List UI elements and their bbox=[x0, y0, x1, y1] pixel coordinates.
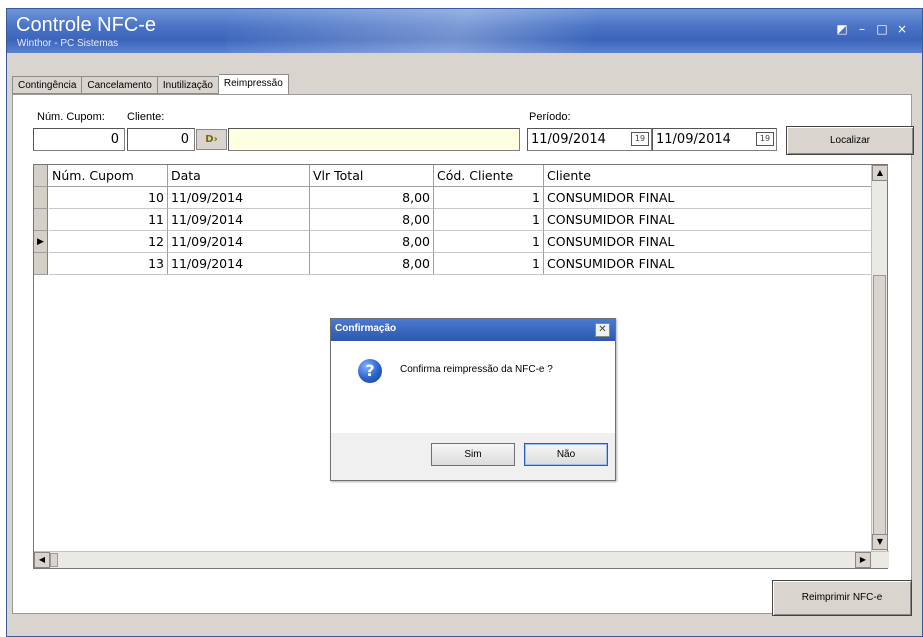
confirm-dialog: Confirmação ✕ ? Confirma reimpressão da … bbox=[330, 318, 616, 481]
table-row-cliente[interactable]: CONSUMIDOR FINAL bbox=[544, 231, 872, 253]
col-header-data[interactable]: Data bbox=[168, 165, 310, 187]
table-row-data[interactable]: 11/09/2014 bbox=[168, 253, 310, 275]
col-header-cod-cliente[interactable]: Cód. Cliente bbox=[434, 165, 544, 187]
search-icon: D› bbox=[205, 134, 218, 145]
date-end-value: 11/09/2014 bbox=[656, 132, 731, 147]
dialog-title-bar[interactable]: Confirmação ✕ bbox=[331, 319, 615, 341]
table-row-cupom[interactable]: 10 bbox=[49, 187, 168, 209]
vertical-scroll-thumb[interactable] bbox=[873, 275, 886, 535]
cupom-input[interactable]: 0 bbox=[33, 128, 125, 151]
horizontal-scrollbar[interactable]: ◀ ▶ bbox=[34, 551, 889, 568]
calendar-end-icon[interactable]: 19 bbox=[756, 132, 774, 146]
table-row-cupom[interactable]: 13 bbox=[49, 253, 168, 275]
table-row-data[interactable]: 11/09/2014 bbox=[168, 209, 310, 231]
vertical-scrollbar[interactable]: ▲ ▼ bbox=[871, 165, 888, 552]
tab-reimpressao[interactable]: Reimpressão bbox=[218, 74, 289, 94]
table-row-vlr-total[interactable]: 8,00 bbox=[310, 253, 434, 275]
dialog-message: Confirma reimpressão da NFC-e ? bbox=[400, 364, 553, 375]
table-row-data[interactable]: 11/09/2014 bbox=[168, 231, 310, 253]
col-header-cliente[interactable]: Cliente bbox=[544, 165, 872, 187]
close-icon[interactable]: × bbox=[895, 23, 909, 36]
restore-icon[interactable]: ◩ bbox=[835, 23, 849, 36]
table-row-cliente[interactable]: CONSUMIDOR FINAL bbox=[544, 209, 872, 231]
nao-button[interactable]: Não bbox=[524, 443, 608, 466]
header-indicator bbox=[34, 165, 48, 187]
table-row-cod-cliente[interactable]: 1 bbox=[434, 231, 544, 253]
tab-cancelamento[interactable]: Cancelamento bbox=[82, 76, 158, 94]
tab-contingencia[interactable]: Contingência bbox=[12, 76, 83, 94]
cliente-search-button[interactable]: D› bbox=[196, 129, 227, 150]
minimize-icon[interactable]: – bbox=[855, 23, 869, 36]
scroll-up-icon[interactable]: ▲ bbox=[872, 165, 888, 181]
col-header-vlr-total[interactable]: Vlr Total bbox=[310, 165, 434, 187]
row-indicator[interactable] bbox=[34, 187, 48, 209]
reimprimir-button[interactable]: Reimprimir NFC-e bbox=[772, 580, 912, 616]
cliente-name-input[interactable] bbox=[228, 128, 520, 151]
dialog-title: Confirmação bbox=[335, 323, 397, 334]
table-row-cod-cliente[interactable]: 1 bbox=[434, 253, 544, 275]
title-bar[interactable]: Controle NFC-e Winthor - PC Sistemas ◩ –… bbox=[7, 9, 922, 53]
table-row-cod-cliente[interactable]: 1 bbox=[434, 209, 544, 231]
row-indicator[interactable] bbox=[34, 209, 48, 231]
dialog-close-icon[interactable]: ✕ bbox=[595, 323, 610, 337]
dialog-body bbox=[331, 341, 615, 433]
scroll-right-icon[interactable]: ▶ bbox=[855, 552, 871, 568]
col-header-cupom[interactable]: Núm. Cupom bbox=[49, 165, 168, 187]
periodo-label: Período: bbox=[529, 111, 571, 123]
table-row-cod-cliente[interactable]: 1 bbox=[434, 187, 544, 209]
scroll-down-icon[interactable]: ▼ bbox=[872, 534, 888, 550]
table-row-cliente[interactable]: CONSUMIDOR FINAL bbox=[544, 187, 872, 209]
maximize-icon[interactable]: □ bbox=[875, 23, 889, 36]
horizontal-scroll-thumb[interactable] bbox=[50, 553, 58, 567]
row-indicator[interactable] bbox=[34, 253, 48, 275]
cliente-label: Cliente: bbox=[127, 111, 165, 123]
table-row-cupom[interactable]: 11 bbox=[49, 209, 168, 231]
title-sheen bbox=[227, 9, 747, 53]
cliente-code-input[interactable]: 0 bbox=[127, 128, 195, 151]
table-row-vlr-total[interactable]: 8,00 bbox=[310, 209, 434, 231]
sim-button[interactable]: Sim bbox=[431, 443, 515, 466]
selected-row-indicator[interactable]: ▶ bbox=[34, 231, 48, 253]
date-start-value: 11/09/2014 bbox=[531, 132, 606, 147]
window-subtitle: Winthor - PC Sistemas bbox=[17, 38, 119, 49]
calendar-start-icon[interactable]: 19 bbox=[631, 132, 649, 146]
localizar-button[interactable]: Localizar bbox=[786, 126, 914, 155]
table-row-cliente[interactable]: CONSUMIDOR FINAL bbox=[544, 253, 872, 275]
table-row-data[interactable]: 11/09/2014 bbox=[168, 187, 310, 209]
table-row-vlr-total[interactable]: 8,00 bbox=[310, 231, 434, 253]
grid-header: Núm. Cupom Data Vlr Total Cód. Cliente C… bbox=[34, 165, 872, 187]
cupom-label: Núm. Cupom: bbox=[37, 111, 105, 123]
scroll-left-icon[interactable]: ◀ bbox=[34, 552, 50, 568]
window-title: Controle NFC-e bbox=[16, 14, 157, 36]
tab-bar: Contingência Cancelamento Inutilização R… bbox=[12, 74, 289, 94]
tab-inutilizacao[interactable]: Inutilização bbox=[157, 76, 219, 94]
table-row-cupom[interactable]: 12 bbox=[49, 231, 168, 253]
question-icon: ? bbox=[358, 359, 382, 383]
table-row-vlr-total[interactable]: 8,00 bbox=[310, 187, 434, 209]
